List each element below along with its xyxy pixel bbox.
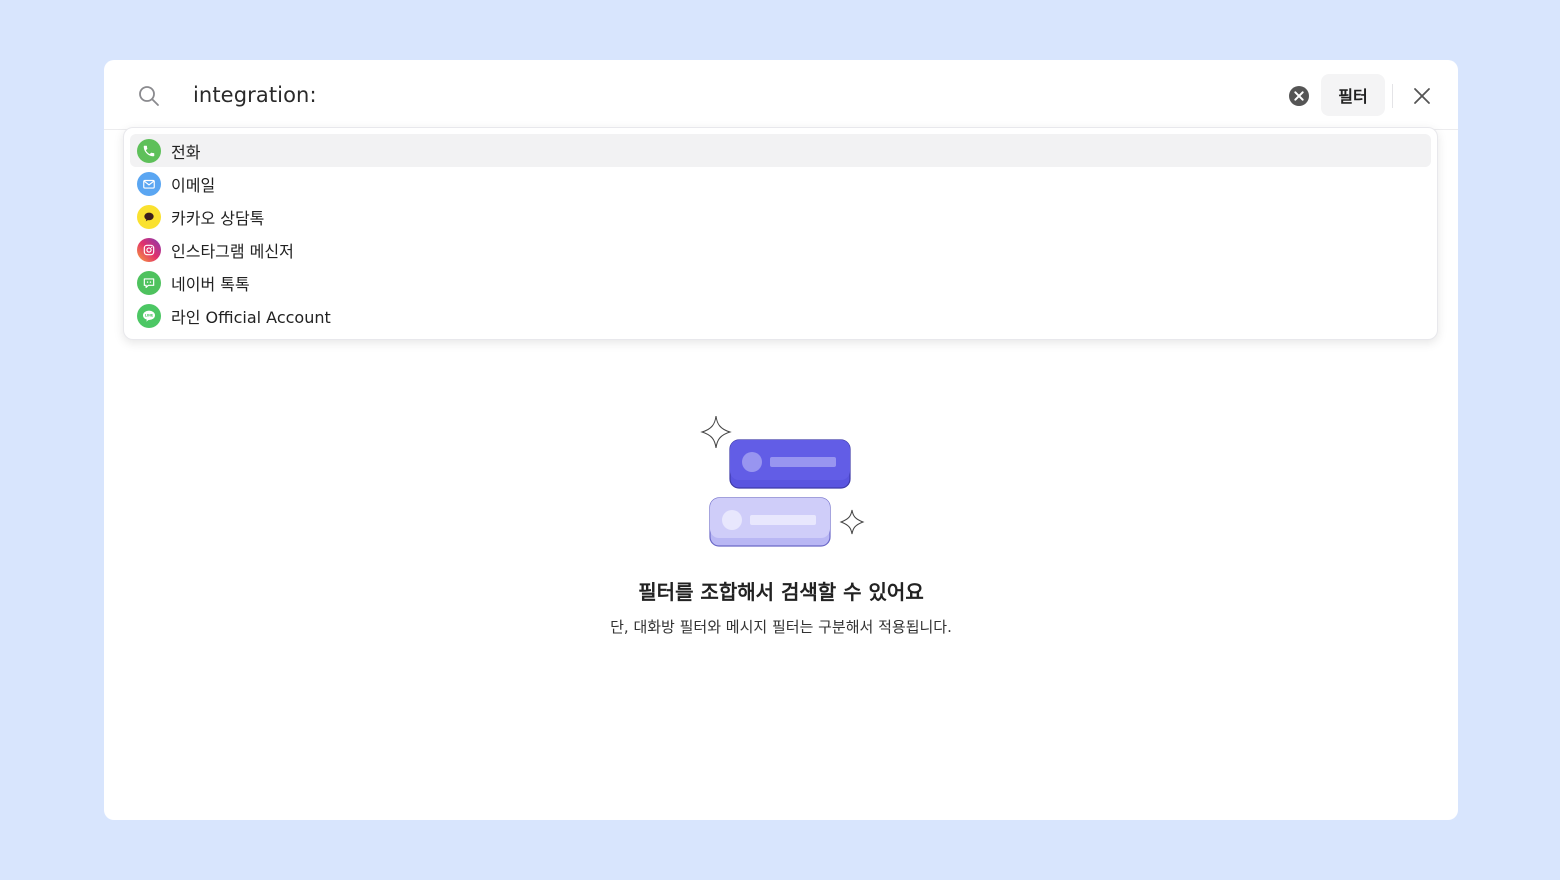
suggestion-label: 인스타그램 메신저 [171,241,294,261]
envelope-icon [137,171,161,196]
suggestion-label: 라인 Official Account [171,307,331,327]
search-panel: integration: 필터 전화 이메일 카카오 상담톡 인스타그램 메신저… [104,60,1458,820]
instagram-icon [137,237,161,262]
empty-state-title: 필터를 조합해서 검색할 수 있어요 [638,580,924,604]
suggestion-line[interactable]: LINE 라인 Official Account [130,299,1431,332]
suggestion-label: 카카오 상담톡 [171,208,265,228]
kakao-chat-icon [137,204,161,229]
search-input[interactable]: integration: [193,81,317,109]
suggestion-naver-talk[interactable]: 네이버 톡톡 [130,266,1431,299]
line-icon: LINE [137,303,161,328]
empty-state-subtitle: 단, 대화방 필터와 메시지 필터는 구분해서 적용됩니다. [610,618,952,636]
filter-button[interactable]: 필터 [1321,74,1385,116]
search-bar: integration: 필터 [104,60,1458,130]
suggestion-label: 전화 [171,142,201,162]
naver-talk-icon [137,270,161,295]
search-icon [139,86,159,106]
suggestion-kakao[interactable]: 카카오 상담톡 [130,200,1431,233]
suggestion-instagram[interactable]: 인스타그램 메신저 [130,233,1431,266]
svg-text:LINE: LINE [145,313,154,317]
close-icon[interactable] [1410,84,1434,108]
suggestion-label: 네이버 톡톡 [171,274,250,294]
suggestion-email[interactable]: 이메일 [130,167,1431,200]
suggestion-dropdown: 전화 이메일 카카오 상담톡 인스타그램 메신저 네이버 톡톡 LINE 라인 … [123,127,1438,340]
phone-icon [137,138,161,163]
empty-state-illustration [700,415,865,547]
toolbar-divider [1392,84,1393,108]
suggestion-phone[interactable]: 전화 [130,134,1431,167]
clear-search-icon[interactable] [1288,85,1310,107]
suggestion-label: 이메일 [171,175,216,195]
